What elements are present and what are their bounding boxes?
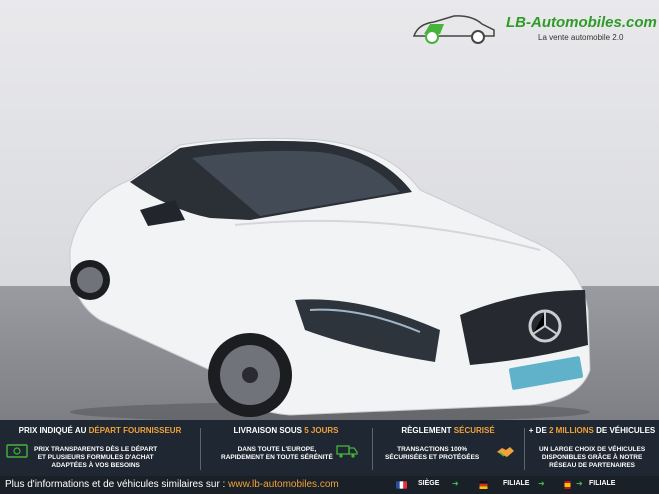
germany-flag-icon xyxy=(479,481,488,489)
desc-line: DANS TOUTE L'EUROPE, xyxy=(237,446,317,453)
location-subsidiary-spain: FILIALE xyxy=(589,480,616,487)
handshake-icon xyxy=(497,447,514,457)
desc-line: RÉSEAU DE PARTENAIRES xyxy=(549,462,636,469)
desc-line: SÉCURISÉES ET PROTÉGÉES xyxy=(385,454,480,461)
title-accent: 5 JOURS xyxy=(304,426,339,435)
truck-icon xyxy=(336,445,358,458)
location-subsidiary-germany: FILIALE xyxy=(503,480,530,487)
cash-icon xyxy=(6,444,28,458)
arrow-right-icon: ➜ xyxy=(452,479,459,488)
desc-line: ADAPTÉES À VOS BESOINS xyxy=(51,462,140,469)
feature-payment: RÈGLEMENT SÉCURISÉ TRANSACTIONS 100% SÉC… xyxy=(373,420,523,476)
title-suffix: DE VÉHICULES xyxy=(593,426,656,435)
feature-price: PRIX INDIQUÉ AU DÉPART FOURNISSEUR PRIX … xyxy=(0,420,200,476)
arrow-right-icon: ➜ xyxy=(538,479,545,488)
feature-catalog-desc: UN LARGE CHOIX DE VÉHICULES DISPONIBLES … xyxy=(539,446,645,470)
desc-line: UN LARGE CHOIX DE VÉHICULES xyxy=(539,446,646,453)
car-photo: LB-Automobiles.com La vente automobile 2… xyxy=(0,0,659,420)
feature-price-desc: PRIX TRANSPARENTS DÈS LE DÉPART ET PLUSI… xyxy=(34,446,157,470)
feature-payment-desc: TRANSACTIONS 100% SÉCURISÉES ET PROTÉGÉE… xyxy=(385,446,479,462)
brand-tagline: La vente automobile 2.0 xyxy=(538,33,624,42)
title-accent: SÉCURISÉ xyxy=(453,426,495,435)
desc-line: PRIX TRANSPARENTS DÈS LE DÉPART xyxy=(34,446,158,453)
desc-line: ET PLUSIEURS FORMULES D'ACHAT xyxy=(37,454,154,461)
title-accent: DÉPART FOURNISSEUR xyxy=(88,426,182,435)
location-headquarters: SIÈGE xyxy=(418,480,440,487)
features-band: PRIX INDIQUÉ AU DÉPART FOURNISSEUR PRIX … xyxy=(0,420,659,476)
feature-delivery: LIVRAISON SOUS 5 JOURS DANS TOUTE L'EURO… xyxy=(201,420,371,476)
title-text: + DE xyxy=(528,426,549,435)
car-image xyxy=(69,137,591,420)
footer-bar: Plus d'informations et de véhicules simi… xyxy=(0,476,659,494)
feature-catalog-title: + DE 2 MILLIONS DE VÉHICULES xyxy=(525,426,659,435)
feature-price-title: PRIX INDIQUÉ AU DÉPART FOURNISSEUR xyxy=(0,426,200,435)
brand-logo[interactable]: LB-Automobiles.com La vente automobile 2… xyxy=(410,10,659,50)
website-link[interactable]: www.lb-automobiles.com xyxy=(228,479,339,490)
desc-line: DISPONIBLES GRÂCE À NOTRE xyxy=(541,454,643,461)
france-flag-icon xyxy=(396,481,407,489)
feature-delivery-title: LIVRAISON SOUS 5 JOURS xyxy=(201,426,371,435)
car-logo-icon xyxy=(412,15,495,44)
title-text: PRIX INDIQUÉ AU xyxy=(18,426,89,435)
desc-line: RAPIDEMENT EN TOUTE SÉRÉNITÉ xyxy=(221,454,333,461)
title-text: LIVRAISON SOUS xyxy=(233,426,305,435)
footer-text: Plus d'informations et de véhicules simi… xyxy=(5,479,339,490)
spain-flag-icon xyxy=(564,481,571,489)
feature-catalog: + DE 2 MILLIONS DE VÉHICULES UN LARGE CH… xyxy=(525,420,659,476)
footer-caption: Plus d'informations et de véhicules simi… xyxy=(5,479,229,490)
title-accent: 2 MILLIONS xyxy=(549,426,594,435)
desc-line: TRANSACTIONS 100% xyxy=(397,446,468,453)
arrow-right-icon: ➜ xyxy=(576,479,583,488)
title-text: RÈGLEMENT xyxy=(401,426,454,435)
feature-payment-title: RÈGLEMENT SÉCURISÉ xyxy=(373,426,523,435)
feature-delivery-desc: DANS TOUTE L'EUROPE, RAPIDEMENT EN TOUTE… xyxy=(221,446,333,462)
brand-name: LB-Automobiles.com xyxy=(506,14,657,31)
